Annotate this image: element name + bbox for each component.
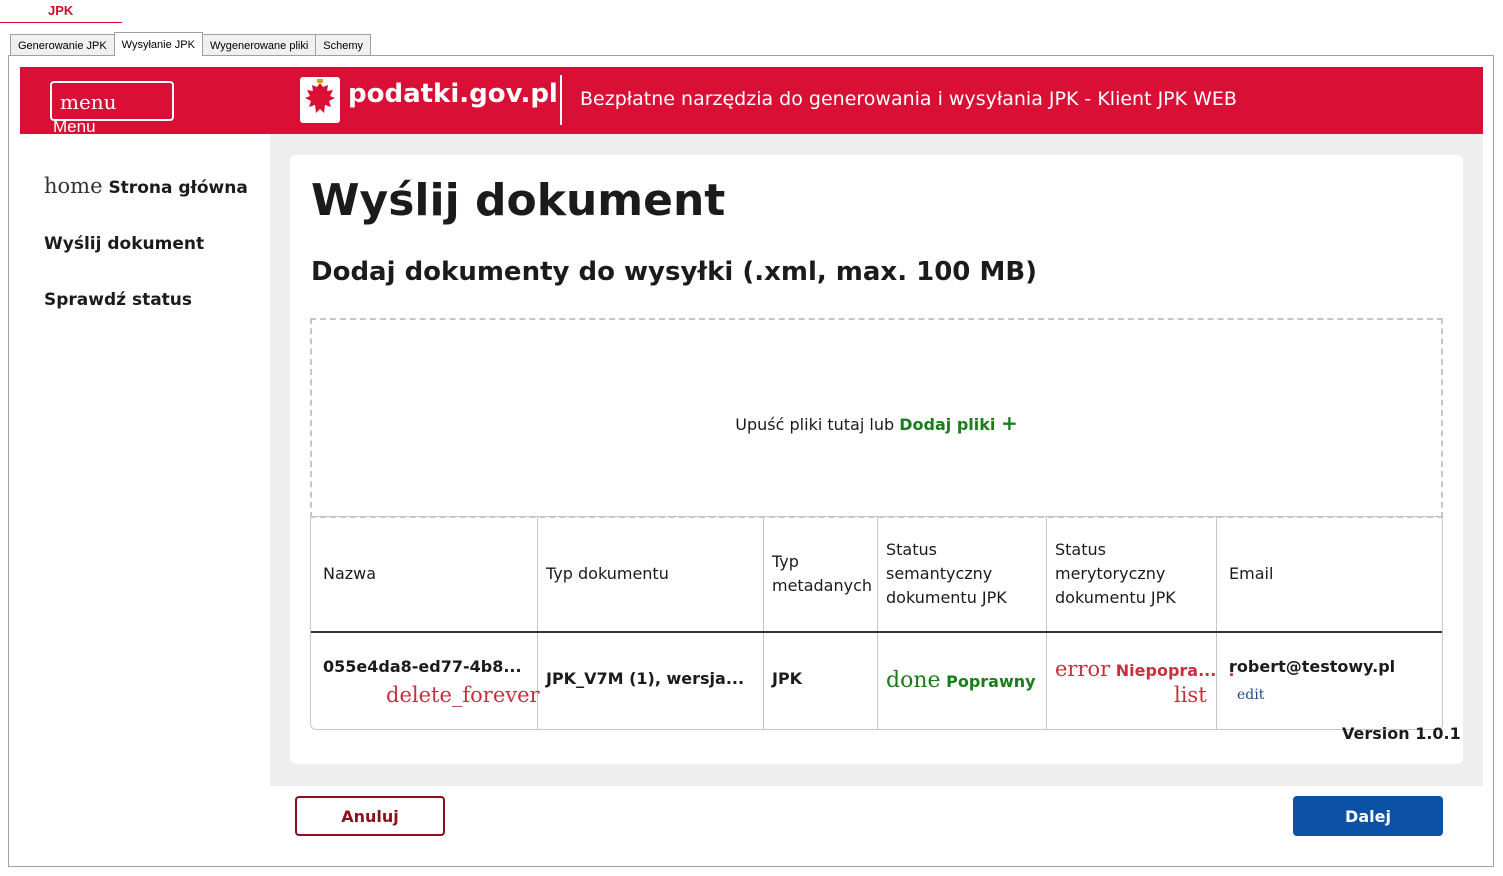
tab-wysylanie[interactable]: Wysyłanie JPK [113, 32, 203, 56]
dropzone-text-line: Upuść pliki tutaj lub Dodaj pliki + [312, 411, 1441, 435]
site-header: menu Menu podatki.gov.pl Bezpłatne narzę… [20, 67, 1483, 136]
header-merit-status: Status merytoryczny dokumentu JPK [1055, 538, 1176, 610]
header-email: Email [1229, 564, 1274, 583]
col-meta [764, 517, 878, 729]
header-meta-line1: Typ [772, 552, 799, 571]
next-button[interactable]: Dalej [1293, 796, 1443, 836]
cell-email: robert@testowy.pl [1229, 657, 1396, 676]
home-icon: home [44, 174, 103, 198]
header-mer-line2: merytoryczny [1055, 564, 1166, 583]
header-semantic-status: Status semantyczny dokumentu JPK [886, 538, 1007, 610]
header-meta-line2: metadanych [772, 576, 873, 595]
sidebar-item-send[interactable]: Wyślij dokument [44, 234, 204, 254]
sidebar-item-home[interactable]: home Strona główna [44, 174, 248, 198]
header-sem-line2: semantyczny [886, 564, 993, 583]
list-icon[interactable]: list [1174, 683, 1207, 707]
file-dropzone[interactable]: Upuść pliki tutaj lub Dodaj pliki + [310, 318, 1443, 518]
header-sem-line3: dokumentu JPK [886, 588, 1007, 607]
documents-table: Nazwa Typ dokumentu Typ metadanych Statu… [310, 516, 1443, 730]
cell-metadata-type: JPK [772, 669, 803, 688]
header-name: Nazwa [323, 564, 377, 583]
menu-button[interactable]: menu Menu [50, 81, 174, 136]
version-label: Version 1.0.1 [1342, 724, 1461, 743]
eagle-emblem-icon [300, 77, 340, 123]
error-icon: error [1055, 657, 1111, 681]
tab-generowanie[interactable]: Generowanie JPK [10, 34, 115, 56]
sidebar: home Strona główna Wyślij dokument Spraw… [20, 134, 270, 784]
header-type: Typ dokumentu [546, 564, 669, 583]
header-divider [560, 75, 562, 125]
tab-bar: Generowanie JPK Wysyłanie JPK Wygenerowa… [10, 32, 372, 56]
app-title-text: JPK [48, 3, 74, 18]
sidebar-item-status[interactable]: Sprawdź status [44, 290, 192, 310]
section-title: Dodaj dokumenty do wysyłki (.xml, max. 1… [311, 257, 1038, 287]
add-files-label: Dodaj pliki [899, 415, 996, 434]
page-title: Wyślij dokument [311, 175, 726, 226]
header-mer-line3: dokumentu JPK [1055, 588, 1176, 607]
cell-semantic-status: done Poprawny [886, 668, 1036, 693]
cell-file-name: 055e4da8-ed77-4b8... [323, 657, 522, 676]
dropzone-text: Upuść pliki tutaj lub [735, 415, 895, 434]
header-sem-line1: Status [886, 540, 937, 559]
sidebar-item-label: Strona główna [108, 178, 248, 198]
delete-forever-icon[interactable]: delete_forever [386, 683, 540, 707]
edit-icon[interactable]: edit [1237, 687, 1264, 703]
logo-text[interactable]: podatki.gov.pl [348, 79, 558, 109]
semantic-status-text: Poprawny [946, 672, 1036, 691]
table-header-divider [311, 631, 1442, 633]
plus-icon: + [1000, 411, 1018, 435]
merit-status-text: Niepopra... [1115, 661, 1217, 680]
done-icon: done [886, 668, 941, 693]
header-subtitle: Bezpłatne narzędzia do generowania i wys… [580, 88, 1237, 110]
header-mer-line1: Status [1055, 540, 1106, 559]
header-meta: Typ metadanych [772, 550, 872, 598]
col-type [538, 517, 764, 729]
cell-merit-status: error Niepopra... ! [1055, 657, 1235, 681]
tab-wygenerowane[interactable]: Wygenerowane pliki [201, 34, 317, 56]
cancel-button[interactable]: Anuluj [295, 796, 445, 836]
tab-schemy[interactable]: Schemy [315, 34, 372, 56]
add-files-link[interactable]: Dodaj pliki + [899, 411, 1017, 435]
menu-icon: menu [60, 90, 117, 114]
app-title: JPK [0, 0, 122, 23]
cell-document-type: JPK_V7M (1), wersja... [546, 669, 745, 688]
